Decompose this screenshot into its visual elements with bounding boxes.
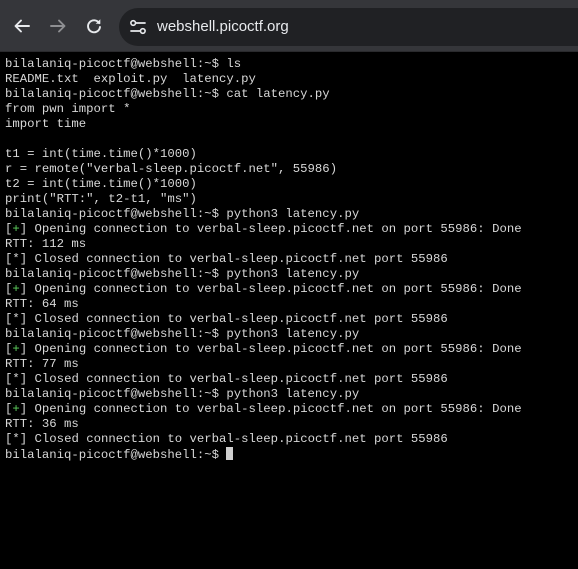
terminal-line-text: RTT: 64 ms [5,297,79,311]
terminal-line-text: README.txt exploit.py latency.py [5,72,256,86]
terminal-line: r = remote("verbal-sleep.picoctf.net", 5… [5,162,522,177]
terminal-line: [*] Closed connection to verbal-sleep.pi… [5,312,448,326]
terminal-line: RTT: 64 ms [5,297,522,312]
terminal-line: RTT: 112 ms [5,237,522,252]
tune-icon[interactable] [129,18,147,36]
terminal-line: [*] Closed connection to verbal-sleep.pi… [5,372,448,386]
terminal-line-text: Closed connection to verbal-sleep.picoct… [34,312,448,326]
forward-button[interactable] [46,14,70,38]
terminal-line-text: bilalaniq-picoctf@webshell:~$ cat latenc… [5,87,330,101]
terminal-line: bilalaniq-picoctf@webshell:~$ cat latenc… [5,87,522,102]
terminal-line: import time [5,117,522,132]
terminal-line: bilalaniq-picoctf@webshell:~$ [5,447,522,462]
terminal-line-text: Opening connection to verbal-sleep.picoc… [34,342,522,356]
terminal-line: print("RTT:", t2-t1, "ms") [5,192,522,207]
terminal-line: from pwn import * [5,102,522,117]
terminal-cursor [226,447,234,460]
browser-toolbar: webshell.picoctf.org [0,0,578,52]
arrow-left-icon [14,19,30,33]
back-button[interactable] [10,14,34,38]
terminal-line: [*] Closed connection to verbal-sleep.pi… [5,252,448,266]
terminal-line: README.txt exploit.py latency.py [5,72,522,87]
terminal-line: bilalaniq-picoctf@webshell:~$ python3 la… [5,387,522,402]
terminal-line-text: Closed connection to verbal-sleep.picoct… [34,432,448,446]
address-bar[interactable]: webshell.picoctf.org [119,8,578,46]
terminal-line: [+] Opening connection to verbal-sleep.p… [5,282,522,296]
terminal-line-text: bilalaniq-picoctf@webshell:~$ python3 la… [5,387,360,401]
terminal-line-text: Closed connection to verbal-sleep.picoct… [34,252,448,266]
terminal-line-text: bilalaniq-picoctf@webshell:~$ ls [5,57,242,71]
terminal-line: [+] Opening connection to verbal-sleep.p… [5,342,522,356]
terminal-line-text: from pwn import * [5,102,131,116]
status-marker: + [12,222,20,236]
terminal-line: [+] Opening connection to verbal-sleep.p… [5,222,522,236]
terminal-line-text: bilalaniq-picoctf@webshell:~$ python3 la… [5,207,360,221]
terminal-window[interactable]: bilalaniq-picoctf@webshell:~$ ls README.t… [0,53,578,569]
terminal-line-text: t1 = int(time.time()*1000) [5,147,197,161]
terminal-line-text: bilalaniq-picoctf@webshell:~$ [5,448,220,462]
terminal-line-text: Opening connection to verbal-sleep.picoc… [34,282,522,296]
status-marker: * [12,432,20,446]
terminal-line-text: bilalaniq-picoctf@webshell:~$ python3 la… [5,267,360,281]
terminal-line: bilalaniq-picoctf@webshell:~$ python3 la… [5,207,522,222]
terminal-line-text: import time [5,117,87,131]
terminal-line-text: Closed connection to verbal-sleep.picoct… [34,372,448,386]
reload-icon [87,19,101,34]
terminal-line: bilalaniq-picoctf@webshell:~$ python3 la… [5,267,522,282]
status-marker: + [12,402,20,416]
terminal-line-text: RTT: 36 ms [5,417,79,431]
terminal-line-text: RTT: 112 ms [5,237,87,251]
status-marker: + [12,282,20,296]
terminal-output: bilalaniq-picoctf@webshell:~$ ls README.t… [5,57,522,462]
terminal-line: RTT: 36 ms [5,417,522,432]
terminal-line: t1 = int(time.time()*1000) [5,147,522,162]
status-marker: + [12,342,20,356]
terminal-line-text: r = remote("verbal-sleep.picoctf.net", 5… [5,162,338,176]
status-marker: * [12,312,20,326]
terminal-line: bilalaniq-picoctf@webshell:~$ ls [5,57,522,72]
terminal-line: t2 = int(time.time()*1000) [5,177,522,192]
terminal-line: RTT: 77 ms [5,357,522,372]
terminal-line-text: RTT: 77 ms [5,357,79,371]
status-marker: * [12,372,20,386]
terminal-line-text: Opening connection to verbal-sleep.picoc… [34,222,522,236]
terminal-line-text: bilalaniq-picoctf@webshell:~$ python3 la… [5,327,360,341]
terminal-line: [*] Closed connection to verbal-sleep.pi… [5,432,448,446]
reload-button[interactable] [82,14,106,38]
arrow-right-icon [50,19,66,33]
status-marker: * [12,252,20,266]
terminal-line: [+] Opening connection to verbal-sleep.p… [5,402,522,416]
url-text[interactable]: webshell.picoctf.org [157,18,289,36]
terminal-line-text: Opening connection to verbal-sleep.picoc… [34,402,522,416]
terminal-line: bilalaniq-picoctf@webshell:~$ python3 la… [5,327,522,342]
terminal-line-text: print("RTT:", t2-t1, "ms") [5,192,197,206]
terminal-line-text: t2 = int(time.time()*1000) [5,177,197,191]
